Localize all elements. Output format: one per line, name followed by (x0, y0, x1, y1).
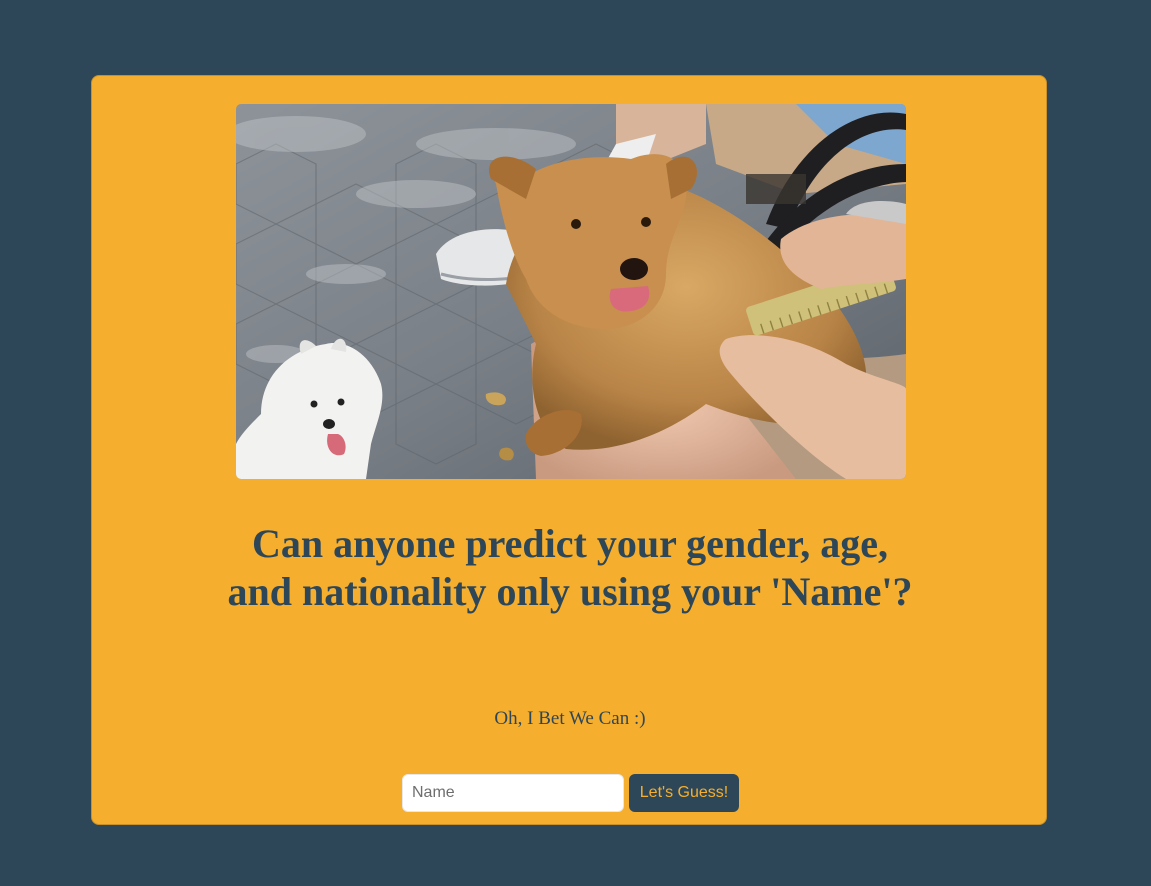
hero-image (236, 104, 906, 479)
page-title: Can anyone predict your gender, age, and… (227, 521, 913, 614)
lets-guess-button[interactable]: Let's Guess! (629, 774, 739, 812)
name-input[interactable] (402, 774, 624, 812)
main-card: Can anyone predict your gender, age, and… (91, 75, 1047, 825)
tagline: Oh, I Bet We Can :) (494, 708, 646, 729)
